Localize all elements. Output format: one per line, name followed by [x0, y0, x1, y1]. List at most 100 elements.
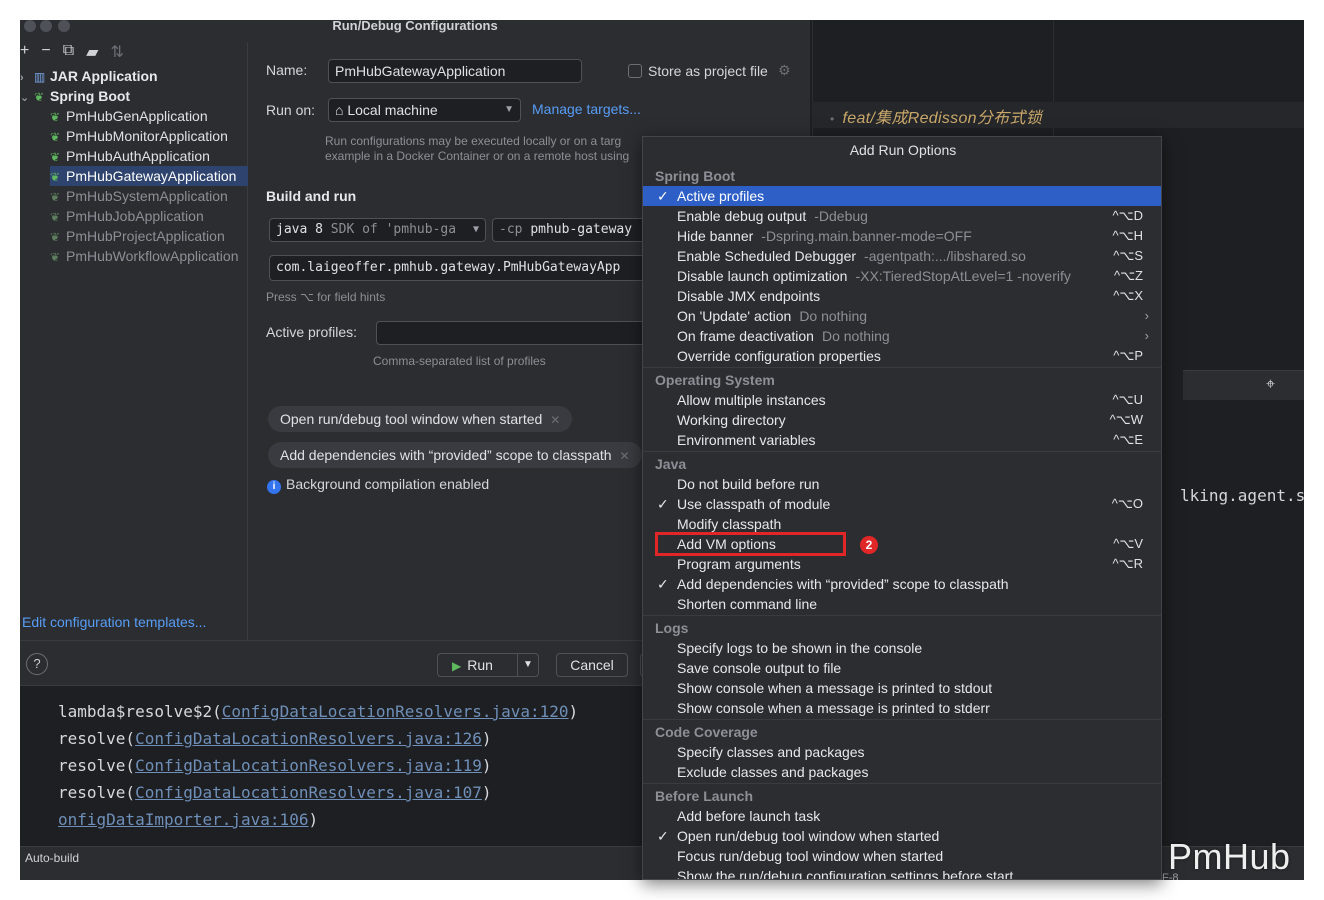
run-option-label: Use classpath of module: [677, 494, 830, 514]
run-option-item[interactable]: Enable Scheduled Debugger -agentpath:.../…: [643, 246, 1161, 266]
run-option-item[interactable]: ✓ Active profiles: [643, 186, 1161, 206]
tree-item-spring-app[interactable]: ❦ PmHubWorkflowApplication: [50, 246, 238, 266]
cancel-button[interactable]: Cancel: [556, 653, 628, 677]
run-option-item[interactable]: On 'Update' action Do nothing ›: [643, 306, 1161, 326]
run-option-item[interactable]: Enable debug output -Ddebug ^⌥D: [643, 206, 1161, 226]
run-option-item[interactable]: Disable launch optimization -XX:TieredSto…: [643, 266, 1161, 286]
run-option-detail: -agentpath:.../libshared.so: [864, 248, 1026, 264]
jdk-select[interactable]: java 8 SDK of 'pmhub-ga ▼: [269, 218, 486, 242]
console-source-link[interactable]: ConfigDataLocationResolvers.java:119: [135, 756, 482, 775]
run-option-text: Save console output to file: [677, 660, 842, 676]
gear-icon[interactable]: ⚙: [778, 62, 791, 79]
run-option-item[interactable]: Specify logs to be shown in the console: [643, 638, 1161, 658]
tree-jar-application[interactable]: › ▥ JAR Application: [20, 66, 158, 86]
run-option-item[interactable]: Program arguments ^⌥R: [643, 554, 1161, 574]
edit-configuration-templates-link[interactable]: Edit configuration templates...: [22, 614, 206, 630]
main-class-input[interactable]: com.laigeoffer.pmhub.gateway.PmHubGatewa…: [269, 255, 652, 281]
run-option-text: Modify classpath: [677, 516, 782, 532]
run-option-text: Disable JMX endpoints: [677, 288, 821, 304]
run-button[interactable]: ▶ Run: [437, 653, 517, 677]
sort-icon[interactable]: ⇅: [110, 42, 123, 62]
run-option-item[interactable]: Do not build before run: [643, 474, 1161, 494]
console-line-suffix: ): [568, 702, 579, 721]
copy-icon[interactable]: ⧉: [63, 42, 74, 62]
run-option-label: Disable JMX endpoints: [677, 286, 820, 306]
group-separator: [643, 719, 1161, 720]
run-option-item[interactable]: ✓ Open run/debug tool window when started: [643, 826, 1161, 846]
run-option-text: Active profiles: [677, 188, 765, 204]
run-option-label: Save console output to file: [677, 658, 841, 678]
folder-icon[interactable]: ▰: [86, 42, 98, 62]
console-source-link[interactable]: ConfigDataLocationResolvers.java:107: [135, 783, 482, 802]
minimize-window-button[interactable]: [40, 20, 52, 32]
run-option-text: Enable Scheduled Debugger: [677, 248, 857, 264]
store-as-project-file-checkbox[interactable]: [628, 64, 642, 78]
name-input[interactable]: PmHubGatewayApplication: [328, 59, 582, 83]
name-label: Name:: [266, 62, 308, 78]
run-option-item[interactable]: Show console when a message is printed t…: [643, 678, 1161, 698]
spring-boot-icon: ❦: [50, 150, 61, 164]
keyboard-shortcut: ^⌥E: [1113, 432, 1143, 447]
crosshair-icon[interactable]: ⌖: [1266, 376, 1275, 394]
run-option-item[interactable]: Show console when a message is printed t…: [643, 698, 1161, 718]
tree-item-spring-app[interactable]: ❦ PmHubMonitorApplication: [50, 126, 228, 146]
tree-item-spring-app[interactable]: ❦ PmHubSystemApplication: [50, 186, 228, 206]
tree-item-spring-app[interactable]: ❦ PmHubGenApplication: [50, 106, 208, 126]
run-option-item[interactable]: Disable JMX endpoints ^⌥X: [643, 286, 1161, 306]
run-option-item[interactable]: Specify classes and packages: [643, 742, 1161, 762]
active-profiles-input[interactable]: [376, 321, 652, 345]
run-option-item[interactable]: ✓ Use classpath of module ^⌥O: [643, 494, 1161, 514]
tree-item-spring-app[interactable]: ❦ PmHubJobApplication: [50, 206, 204, 226]
close-window-button[interactable]: [24, 20, 36, 32]
run-option-item[interactable]: Save console output to file: [643, 658, 1161, 678]
tree-item-spring-app[interactable]: ❦ PmHubProjectApplication: [50, 226, 225, 246]
run-option-item[interactable]: Focus run/debug tool window when started: [643, 846, 1161, 866]
run-option-label: Working directory: [677, 410, 786, 430]
chevron-right-icon[interactable]: ›: [20, 68, 34, 88]
run-option-item[interactable]: Hide banner -Dspring.main.banner-mode=OFF…: [643, 226, 1161, 246]
classpath-module-select[interactable]: -cp pmhub-gateway: [492, 218, 652, 242]
console-source-link[interactable]: ConfigDataLocationResolvers.java:126: [135, 729, 482, 748]
run-option-item[interactable]: Add before launch task: [643, 806, 1161, 826]
chip-open-run-debug-window[interactable]: Open run/debug tool window when started ✕: [268, 406, 573, 432]
run-option-label: On frame deactivation Do nothing: [677, 326, 890, 346]
status-auto-build[interactable]: Auto-build: [25, 851, 79, 865]
run-on-select[interactable]: ⌂ Local machine ▼: [328, 98, 521, 122]
tree-item-spring-app[interactable]: ❦ PmHubAuthApplication: [50, 146, 210, 166]
chevron-down-icon[interactable]: ⌄: [20, 88, 34, 108]
run-option-item[interactable]: Override configuration properties ^⌥P: [643, 346, 1161, 366]
run-option-item[interactable]: On frame deactivation Do nothing ›: [643, 326, 1161, 346]
spring-boot-icon: ❦: [34, 90, 45, 104]
run-option-item[interactable]: Show the run/debug configuration setting…: [643, 866, 1161, 879]
run-option-item[interactable]: Shorten command line: [643, 594, 1161, 614]
chip-add-dependencies-provided[interactable]: Add dependencies with “provided” scope t…: [268, 442, 642, 468]
manage-targets-link[interactable]: Manage targets...: [532, 101, 641, 117]
plus-icon[interactable]: +: [20, 42, 29, 62]
run-option-item[interactable]: Modify classpath: [643, 514, 1161, 534]
run-option-item[interactable]: Exclude classes and packages: [643, 762, 1161, 782]
zoom-window-button[interactable]: [58, 20, 70, 32]
run-option-item[interactable]: Working directory ^⌥W: [643, 410, 1161, 430]
run-option-text: Add before launch task: [677, 808, 821, 824]
run-option-detail: Do nothing: [799, 308, 868, 324]
console-source-link[interactable]: ConfigDataLocationResolvers.java:120: [222, 702, 569, 721]
run-option-label: Hide banner -Dspring.main.banner-mode=OFF: [677, 226, 972, 246]
minus-icon[interactable]: −: [41, 42, 50, 62]
tree-item-spring-app[interactable]: ❦ PmHubGatewayApplication: [50, 166, 248, 186]
close-icon[interactable]: ✕: [620, 449, 630, 463]
help-button[interactable]: ?: [26, 653, 48, 675]
run-option-text: Do not build before run: [677, 476, 820, 492]
close-icon[interactable]: ✕: [550, 413, 560, 427]
console-source-link[interactable]: onfigDataImporter.java:106: [58, 810, 308, 829]
run-option-item[interactable]: Environment variables ^⌥E: [643, 430, 1161, 450]
tree-spring-boot[interactable]: ⌄ ❦ Spring Boot: [20, 86, 130, 106]
dialog-title: Run/Debug Configurations: [20, 20, 810, 42]
run-option-text: Program arguments: [677, 556, 801, 572]
run-option-label: Program arguments: [677, 554, 801, 574]
run-option-item[interactable]: ✓ Add dependencies with “provided” scope …: [643, 574, 1161, 594]
spring-boot-icon: ❦: [50, 110, 61, 124]
run-option-item[interactable]: Allow multiple instances ^⌥U: [643, 390, 1161, 410]
run-option-text: Show console when a message is printed t…: [677, 700, 990, 716]
run-option-label: Specify classes and packages: [677, 742, 865, 762]
run-options-dropdown[interactable]: ▼: [517, 653, 539, 677]
